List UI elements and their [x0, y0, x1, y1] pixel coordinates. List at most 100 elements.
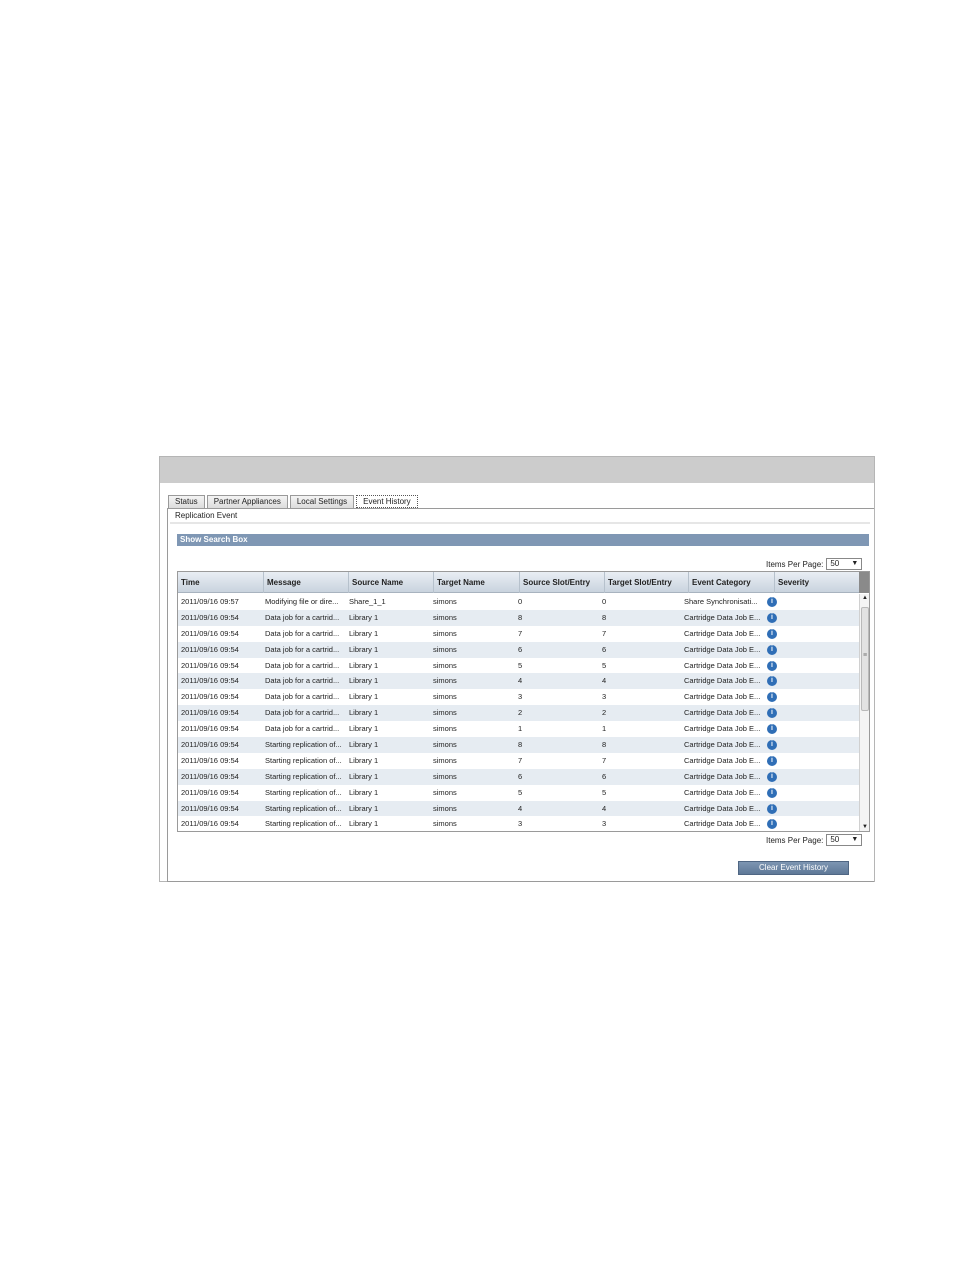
cell-event-category: Share Synchronisati... — [684, 597, 758, 606]
cell-message: Data job for a cartrid... — [265, 724, 340, 734]
cell-message: Data job for a cartrid... — [265, 628, 340, 638]
column-header-target-slot[interactable]: Target Slot/Entry — [605, 572, 689, 593]
cell-time: 2011/09/16 09:54 — [181, 644, 239, 654]
cell-source-slot: 8 — [518, 740, 523, 750]
cell-event-category: Cartridge Data Job E... — [684, 692, 761, 702]
info-icon: i — [767, 628, 777, 639]
cell-source-name: Library 1 — [349, 803, 379, 813]
items-per-page-bottom: Items Per Page: 50 ▼ — [766, 834, 863, 846]
table-row[interactable]: 2011/09/16 09:54 Data job for a cartrid..… — [178, 641, 859, 658]
table-row[interactable]: 2011/09/16 09:54 Data job for a cartrid..… — [178, 609, 859, 626]
cell-event-category: Cartridge Data Job E... — [684, 755, 761, 765]
cell-target-name: simons — [433, 787, 457, 797]
scroll-up-icon[interactable]: ▲ — [860, 595, 869, 601]
cell-target-name: simons — [433, 755, 457, 765]
cell-target-slot: 0 — [602, 597, 607, 606]
cell-time: 2011/09/16 09:54 — [181, 771, 239, 781]
cell-target-name: simons — [433, 803, 457, 813]
clear-event-history-button[interactable]: Clear Event History — [738, 861, 849, 875]
cell-time: 2011/09/16 09:54 — [181, 612, 239, 622]
column-header-message[interactable]: Message — [264, 572, 349, 593]
cell-time: 2011/09/16 09:54 — [181, 660, 239, 670]
cell-event-category: Cartridge Data Job E... — [684, 660, 761, 670]
cell-source-name: Library 1 — [349, 676, 379, 686]
cell-source-slot: 4 — [518, 676, 523, 686]
table-row[interactable]: 2011/09/16 09:54 Starting replication of.… — [178, 816, 859, 831]
info-icon: i — [767, 787, 777, 798]
info-icon: i — [767, 740, 777, 751]
cell-time: 2011/09/16 09:54 — [181, 692, 239, 702]
table-row[interactable]: 2011/09/16 09:54 Starting replication of.… — [178, 785, 859, 801]
cell-event-category: Cartridge Data Job E... — [684, 708, 761, 718]
info-icon: i — [767, 676, 777, 687]
items-per-page-select[interactable]: 50 ▼ — [826, 558, 863, 570]
table-row[interactable]: 2011/09/16 09:57 Modifying file or dire..… — [178, 594, 859, 610]
cell-target-name: simons — [433, 724, 457, 734]
cell-time: 2011/09/16 09:57 — [181, 597, 239, 606]
cell-message: Starting replication of... — [265, 787, 342, 797]
column-header-severity[interactable]: Severity — [775, 572, 859, 593]
column-header-event-category[interactable]: Event Category — [689, 572, 775, 593]
scrollbar-thumb[interactable]: ≡ — [861, 607, 869, 711]
cell-source-slot: 8 — [518, 612, 523, 622]
column-header-source-slot[interactable]: Source Slot/Entry — [520, 572, 605, 593]
cell-source-slot: 3 — [518, 692, 523, 702]
table-row[interactable]: 2011/09/16 09:54 Data job for a cartrid..… — [178, 673, 859, 690]
info-icon: i — [767, 708, 777, 719]
table-row[interactable]: 2011/09/16 09:54 Data job for a cartrid..… — [178, 658, 859, 674]
vertical-scrollbar[interactable]: ▲ ≡ ▼ — [859, 594, 869, 831]
subtab-replication-event[interactable]: Replication Event — [175, 511, 237, 520]
column-header-source-name[interactable]: Source Name — [349, 572, 434, 593]
app-window: Status Partner Appliances Local Settings… — [159, 456, 875, 882]
tab-event-history[interactable]: Event History — [356, 495, 418, 508]
cell-target-slot: 6 — [602, 644, 607, 654]
cell-target-slot: 2 — [602, 708, 607, 718]
table-row[interactable]: 2011/09/16 09:54 Starting replication of.… — [178, 800, 859, 817]
cell-target-slot: 6 — [602, 771, 607, 781]
table-row[interactable]: 2011/09/16 09:54 Starting replication of.… — [178, 737, 859, 753]
info-icon: i — [767, 692, 777, 703]
cell-source-name: Library 1 — [349, 787, 379, 797]
cell-message: Modifying file or dire... — [265, 597, 339, 606]
cell-message: Data job for a cartrid... — [265, 708, 340, 718]
table-header: Time Message Source Name Target Name Sou… — [178, 572, 859, 593]
show-search-box-toggle[interactable]: Show Search Box — [177, 534, 869, 546]
table-row[interactable]: 2011/09/16 09:54 Starting replication of.… — [178, 753, 859, 769]
window-title-bar — [160, 457, 874, 483]
table-row[interactable]: 2011/09/16 09:54 Starting replication of.… — [178, 768, 859, 785]
column-header-time[interactable]: Time — [178, 572, 264, 593]
tab-status[interactable]: Status — [168, 495, 205, 508]
scroll-down-icon[interactable]: ▼ — [860, 824, 869, 830]
info-icon: i — [767, 819, 777, 830]
cell-target-slot: 8 — [602, 740, 607, 750]
cell-source-name: Share_1_1 — [349, 597, 386, 606]
chevron-down-icon: ▼ — [851, 560, 859, 567]
cell-target-name: simons — [433, 708, 457, 718]
cell-source-slot: 4 — [518, 803, 523, 813]
tab-partner-appliances[interactable]: Partner Appliances — [206, 495, 288, 508]
column-header-target-name[interactable]: Target Name — [434, 572, 520, 593]
info-icon: i — [767, 724, 777, 735]
table-row[interactable]: 2011/09/16 09:54 Data job for a cartrid..… — [178, 705, 859, 722]
table-row[interactable]: 2011/09/16 09:54 Data job for a cartrid..… — [178, 721, 859, 737]
cell-source-slot: 6 — [518, 771, 523, 781]
cell-event-category: Cartridge Data Job E... — [684, 628, 761, 638]
info-icon: i — [767, 644, 777, 655]
cell-target-slot: 5 — [602, 660, 607, 670]
cell-message: Starting replication of... — [265, 819, 342, 829]
cell-event-category: Cartridge Data Job E... — [684, 803, 761, 813]
cell-source-name: Library 1 — [349, 660, 379, 670]
info-icon: i — [767, 660, 777, 671]
cell-source-slot: 3 — [518, 819, 523, 829]
table-row[interactable]: 2011/09/16 09:54 Data job for a cartrid..… — [178, 689, 859, 705]
cell-message: Starting replication of... — [265, 740, 342, 750]
cell-message: Data job for a cartrid... — [265, 612, 340, 622]
cell-target-slot: 8 — [602, 612, 607, 622]
cell-target-slot: 4 — [602, 676, 607, 686]
cell-source-name: Library 1 — [349, 740, 379, 750]
items-per-page-select[interactable]: 50 ▼ — [826, 834, 863, 846]
tab-local-settings[interactable]: Local Settings — [289, 495, 355, 508]
cell-message: Starting replication of... — [265, 803, 342, 813]
cell-source-slot: 6 — [518, 644, 523, 654]
table-row[interactable]: 2011/09/16 09:54 Data job for a cartrid..… — [178, 626, 859, 642]
